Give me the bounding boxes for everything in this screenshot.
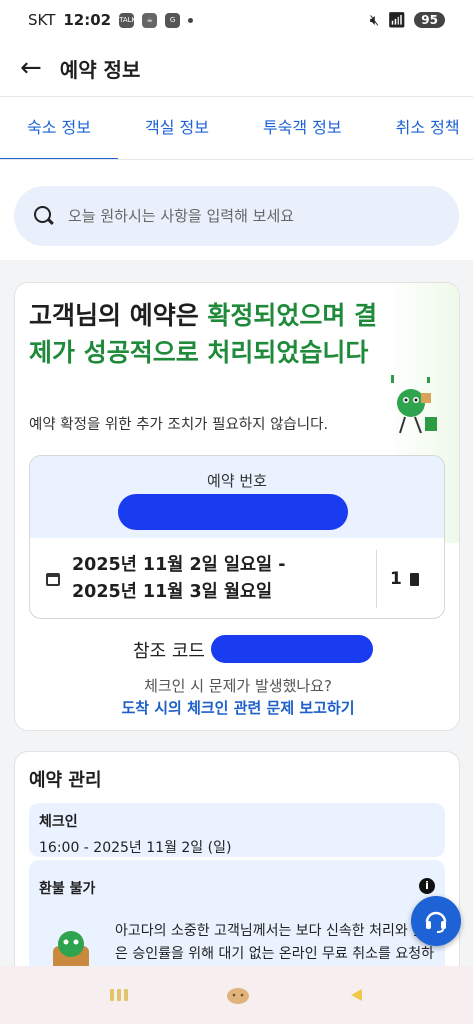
redaction-scribble — [118, 494, 348, 530]
checkin-question: 체크인 시 문제가 발생했나요? — [144, 677, 332, 695]
wifi-icon: 📶︎ — [387, 11, 407, 29]
checkin-value: 16:00 - 2025년 11월 2일 (일) — [39, 840, 232, 856]
date-to: 2025년 11월 3일 월요일 — [72, 582, 273, 602]
reference-code-label: 참조 코드 — [133, 641, 205, 662]
info-icon[interactable]: i — [419, 878, 435, 894]
support-chat-button[interactable] — [411, 896, 461, 946]
tab-cancellation-policy[interactable]: 취소 정책 — [369, 97, 473, 159]
system-navigation-bar — [0, 966, 473, 1024]
app-bar: ← 예약 정보 — [0, 40, 473, 96]
more-notifications-icon — [188, 17, 194, 23]
tab-room-info[interactable]: 객실 정보 — [118, 97, 236, 159]
confirmation-subtitle: 예약 확정을 위한 추가 조치가 필요하지 않습니다. — [29, 417, 329, 433]
kakaotalk-icon: TALK — [119, 12, 136, 28]
back-arrow-icon[interactable]: ← — [20, 55, 42, 81]
search-section — [0, 160, 473, 260]
door-icon — [409, 572, 419, 586]
management-title: 예약 관리 — [29, 770, 102, 791]
app-notification-icon: G — [165, 12, 181, 28]
tab-guest-info[interactable]: 투숙객 정보 — [236, 97, 369, 159]
confirmation-headline: 고객님의 예약은 확정되었으며 결제가 성공적으로 처리되었습니다 — [29, 297, 389, 371]
confirmation-card: 고객님의 예약은 확정되었으며 결제가 성공적으로 처리되었습니다 예약 확정을… — [14, 282, 460, 731]
refund-title: 환불 불가 — [39, 881, 96, 897]
reservation-number-label: 예약 번호 — [207, 472, 267, 490]
stay-dates-row: 2025년 11월 2일 일요일 - 2025년 11월 3일 월요일 1 — [30, 538, 444, 618]
stay-dates: 2025년 11월 2일 일요일 - 2025년 11월 3일 월요일 — [72, 552, 285, 606]
headset-icon — [425, 911, 447, 933]
room-count-value: 1 — [390, 569, 402, 589]
date-from: 2025년 11월 2일 일요일 - — [72, 555, 286, 575]
back-nav-icon[interactable] — [348, 987, 364, 1003]
battery-indicator: 95 — [414, 12, 445, 28]
tab-bar: 숙소 정보 객실 정보 투숙객 정보 취소 정책 — [0, 96, 473, 160]
calendar-icon — [46, 572, 60, 586]
divider — [376, 550, 377, 608]
headline-prefix: 고객님의 예약은 — [29, 301, 208, 330]
reservation-box: 예약 번호 2025년 11월 2일 일요일 - 2025년 11월 3일 월요… — [29, 455, 445, 619]
home-icon[interactable] — [226, 986, 250, 1004]
mute-icon: 🔇︎ — [369, 11, 380, 29]
room-count: 1 — [390, 538, 419, 618]
notification-icon: ☕ — [142, 12, 158, 28]
search-bar[interactable] — [14, 186, 459, 246]
clock: 12:02 — [63, 11, 112, 29]
search-icon — [34, 206, 54, 226]
report-checkin-issue-link[interactable]: 도착 시의 체크인 관련 문제 보고하기 — [15, 697, 459, 718]
carrier: SKT — [28, 11, 56, 29]
search-input[interactable] — [68, 207, 439, 225]
checkin-info-box: 체크인 16:00 - 2025년 11월 2일 (일) — [29, 803, 445, 857]
tab-property-info[interactable]: 숙소 정보 — [0, 97, 118, 159]
status-bar: SKT 12:02 TALK ☕ G 🔇︎ 📶︎ 95 — [0, 0, 473, 40]
checkin-title: 체크인 — [39, 814, 78, 830]
redaction-scribble — [211, 635, 373, 663]
page-title: 예약 정보 — [59, 57, 141, 82]
recent-apps-icon[interactable] — [109, 988, 129, 1002]
mascot-illustration — [391, 375, 437, 434]
